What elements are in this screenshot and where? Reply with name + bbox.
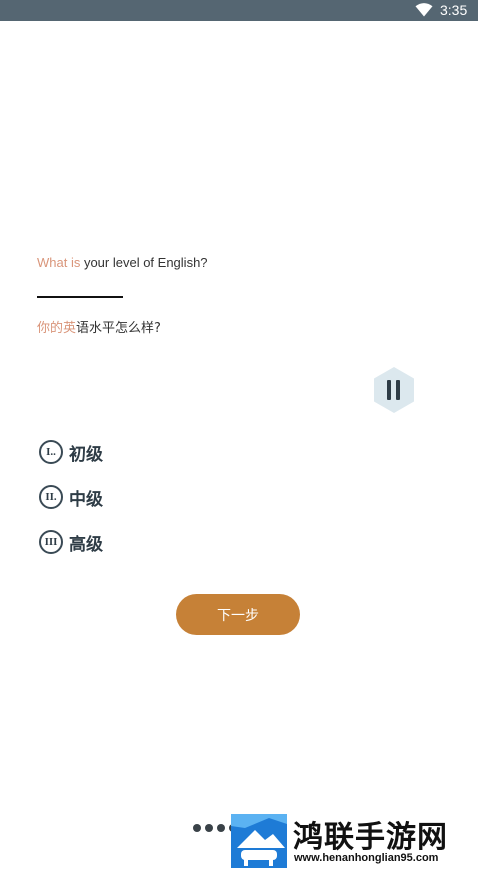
pager-dot	[205, 824, 213, 832]
watermark-title: 鸿联手游网	[293, 820, 448, 855]
watermark-logo	[231, 814, 287, 868]
option-intermediate-badge: II.	[39, 485, 63, 509]
question-chinese-rest: 语水平怎么样?	[76, 321, 161, 336]
option-advanced-label: 高级	[69, 534, 103, 555]
option-intermediate-label: 中级	[69, 489, 103, 510]
pager-dot	[193, 824, 201, 832]
option-advanced[interactable]: III 高级	[39, 527, 111, 557]
question-chinese-highlight: 你的英	[37, 321, 77, 336]
status-time: 3:35	[440, 2, 468, 18]
option-intermediate[interactable]: II. 中级	[39, 482, 111, 512]
question-english-highlight: What is	[37, 255, 81, 270]
option-beginner-label: 初级	[69, 444, 103, 465]
wifi-icon	[415, 3, 433, 17]
screen: 3:35 What is your level of English? 你的英语…	[0, 0, 478, 874]
pager-dot	[217, 824, 225, 832]
question-english: What is your level of English?	[37, 255, 208, 270]
option-beginner[interactable]: I.. 初级	[39, 437, 111, 467]
pause-button[interactable]	[370, 365, 418, 415]
status-bar: 3:35	[0, 0, 478, 21]
question-chinese: 你的英语水平怎么样?	[37, 317, 161, 336]
question-english-rest: your level of English?	[80, 255, 208, 270]
pause-icon	[374, 367, 414, 413]
option-advanced-badge: III	[39, 530, 63, 554]
option-beginner-badge: I..	[39, 440, 63, 464]
next-button[interactable]: 下一步	[176, 594, 300, 635]
watermark-url: www.henanhonglian95.com	[294, 852, 439, 864]
question-divider	[37, 296, 123, 298]
